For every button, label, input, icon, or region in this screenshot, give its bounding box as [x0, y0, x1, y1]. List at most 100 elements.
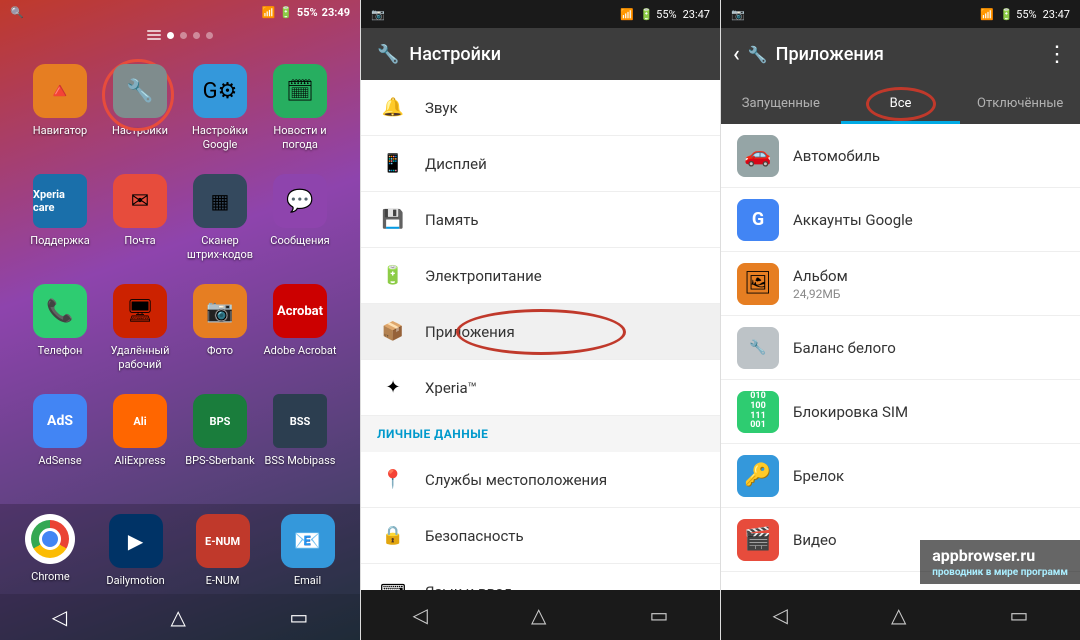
app-bss[interactable]: BSS BSS Mobipass: [260, 384, 340, 494]
app-label-remote: Удалённый рабочий: [103, 344, 177, 370]
app-sms[interactable]: 💬 Сообщения: [260, 164, 340, 274]
recents-button-settings[interactable]: ▭: [650, 603, 669, 627]
back-button-settings[interactable]: ◁: [413, 603, 428, 627]
tab-disabled[interactable]: Отключённые: [960, 86, 1080, 124]
section-personal-label: ЛИЧНЫЕ ДАННЫЕ: [377, 427, 488, 441]
back-button-apps-nav[interactable]: ◁: [773, 603, 788, 627]
settings-item-location[interactable]: 📍 Службы местоположения: [361, 452, 720, 508]
status-bar-home: 🔍 📶 🔋 55% 23:49: [0, 0, 360, 26]
app-label-chrome: Chrome: [31, 570, 70, 583]
app-settings[interactable]: 🔧 Настройки: [100, 54, 180, 164]
power-label: Электропитание: [425, 267, 542, 285]
app-ali[interactable]: Ali AliExpress: [100, 384, 180, 494]
app-name-white-balance: Баланс белого: [793, 339, 896, 357]
app-name-google-accounts: Аккаунты Google: [793, 211, 913, 229]
apps-icon-header: 🔧: [748, 45, 768, 64]
security-label: Безопасность: [425, 527, 524, 545]
more-button[interactable]: ⋮: [1046, 42, 1068, 67]
settings-item-apps[interactable]: 📦 Приложения: [361, 304, 720, 360]
applications-panel: 📷 📶 🔋 55% 23:47 ‹ 🔧 Приложения ⋮ Запущен…: [720, 0, 1080, 640]
settings-item-memory[interactable]: 💾 Память: [361, 192, 720, 248]
app-enum[interactable]: E-NUM E-NUM: [196, 504, 250, 587]
dot-4: [206, 32, 213, 39]
app-icon-settings: 🔧: [113, 64, 167, 118]
app-adsense[interactable]: AdS AdSense: [20, 384, 100, 494]
app-icon-remote: 🖥: [113, 284, 167, 338]
app-acrobat[interactable]: Acrobat Adobe Acrobat: [260, 274, 340, 384]
app-icon-video: 🎬: [737, 519, 779, 561]
app-remote[interactable]: 🖥 Удалённый рабочий: [100, 274, 180, 384]
app-email[interactable]: 📧 Email: [281, 504, 335, 587]
settings-item-security[interactable]: 🔒 Безопасность: [361, 508, 720, 564]
app-phone[interactable]: 📞 Телефон: [20, 274, 100, 384]
app-icon-ali: Ali: [113, 394, 167, 448]
app-settings-google[interactable]: G⚙ Настройки Google: [180, 54, 260, 164]
app-bps[interactable]: BPS BPS-Sberbank: [180, 384, 260, 494]
recents-button[interactable]: ▭: [289, 605, 308, 629]
app-name-album: Альбом: [793, 267, 848, 285]
list-item-google-accounts[interactable]: G Аккаунты Google: [721, 188, 1080, 252]
app-photo[interactable]: 📷 Фото: [180, 274, 260, 384]
apps-label: Приложения: [425, 323, 515, 341]
app-name-video: Видео: [793, 531, 837, 549]
nav-bar-home: ◁ △ ▭: [0, 594, 360, 640]
list-item-sim-lock[interactable]: 010100111001 Блокировка SIM: [721, 380, 1080, 444]
home-button[interactable]: △: [171, 605, 186, 629]
home-button-settings[interactable]: △: [531, 603, 546, 627]
app-icon-sim-lock: 010100111001: [737, 391, 779, 433]
app-scanner[interactable]: ▦ Сканер штрих-кодов: [180, 164, 260, 274]
nav-bar-apps: ◁ △ ▭: [721, 590, 1080, 640]
signal-settings: 📶: [620, 8, 634, 21]
status-icons-left: 📷: [371, 8, 385, 21]
settings-item-sound[interactable]: 🔔 Звук: [361, 80, 720, 136]
settings-item-language[interactable]: ⌨ Язык и ввод: [361, 564, 720, 590]
app-label-ali: AliExpress: [114, 454, 165, 467]
home-screen: 🔍 📶 🔋 55% 23:49 🔺 Навигатор 🔧 Настройки: [0, 0, 360, 640]
app-icon-bps: BPS: [193, 394, 247, 448]
app-label-settings: Настройки: [112, 124, 168, 137]
home-button-apps-nav[interactable]: △: [891, 603, 906, 627]
list-item-keychain[interactable]: 🔑 Брелок: [721, 444, 1080, 508]
app-mail[interactable]: ✉ Почта: [100, 164, 180, 274]
settings-panel: 📷 📶 🔋 55% 23:47 🔧 Настройки 🔔 Звук 📱 Дис…: [360, 0, 720, 640]
settings-item-display[interactable]: 📱 Дисплей: [361, 136, 720, 192]
app-label-scanner: Сканер штрих-кодов: [183, 234, 257, 260]
battery-percent: 55%: [297, 6, 318, 19]
app-icon-navigator: 🔺: [33, 64, 87, 118]
app-icon-acrobat: Acrobat: [273, 284, 327, 338]
app-daily[interactable]: ▶ Dailymotion: [106, 504, 164, 587]
settings-item-xperia[interactable]: ✦ Xperia™: [361, 360, 720, 416]
apps-title: Приложения: [776, 44, 1038, 65]
back-button-apps[interactable]: ‹: [733, 42, 740, 67]
list-item-white-balance[interactable]: 🔧 Баланс белого: [721, 316, 1080, 380]
app-icon-photo: 📷: [193, 284, 247, 338]
app-icon-google-accounts: G: [737, 199, 779, 241]
tab-all[interactable]: Все: [841, 86, 961, 124]
apps-screen-header: ‹ 🔧 Приложения ⋮: [721, 28, 1080, 80]
list-item-video[interactable]: 🎬 Видео: [721, 508, 1080, 572]
app-navigator[interactable]: 🔺 Навигатор: [20, 54, 100, 164]
app-icon-white-balance: 🔧: [737, 327, 779, 369]
back-button[interactable]: ◁: [52, 605, 67, 629]
app-chrome[interactable]: Chrome: [25, 504, 75, 587]
tab-all-label: Все: [890, 96, 912, 111]
app-icon-phone: 📞: [33, 284, 87, 338]
tab-running[interactable]: Запущенные: [721, 86, 841, 124]
app-info-album: Альбом 24,92МБ: [793, 267, 848, 301]
status-right: 📶 🔋 55% 23:49: [261, 6, 350, 19]
settings-item-power[interactable]: 🔋 Электропитание: [361, 248, 720, 304]
app-info-white-balance: Баланс белого: [793, 339, 896, 357]
app-news[interactable]: 🗓 Новости и погода: [260, 54, 340, 164]
list-item-album[interactable]: 🖼 Альбом 24,92МБ: [721, 252, 1080, 316]
app-icon-album: 🖼: [737, 263, 779, 305]
recents-button-apps-nav[interactable]: ▭: [1010, 603, 1029, 627]
app-support[interactable]: Xperia care Поддержка: [20, 164, 100, 274]
apps-tabs: Запущенные Все Отключённые: [721, 80, 1080, 124]
sound-label: Звук: [425, 99, 458, 117]
list-item-auto[interactable]: 🚗 Автомобиль: [721, 124, 1080, 188]
settings-list: 🔔 Звук 📱 Дисплей 💾 Память 🔋 Электропитан…: [361, 80, 720, 590]
app-label-email: Email: [294, 574, 321, 587]
app-label-photo: Фото: [207, 344, 233, 357]
dot-2: [180, 32, 187, 39]
app-icon-settings-google: G⚙: [193, 64, 247, 118]
